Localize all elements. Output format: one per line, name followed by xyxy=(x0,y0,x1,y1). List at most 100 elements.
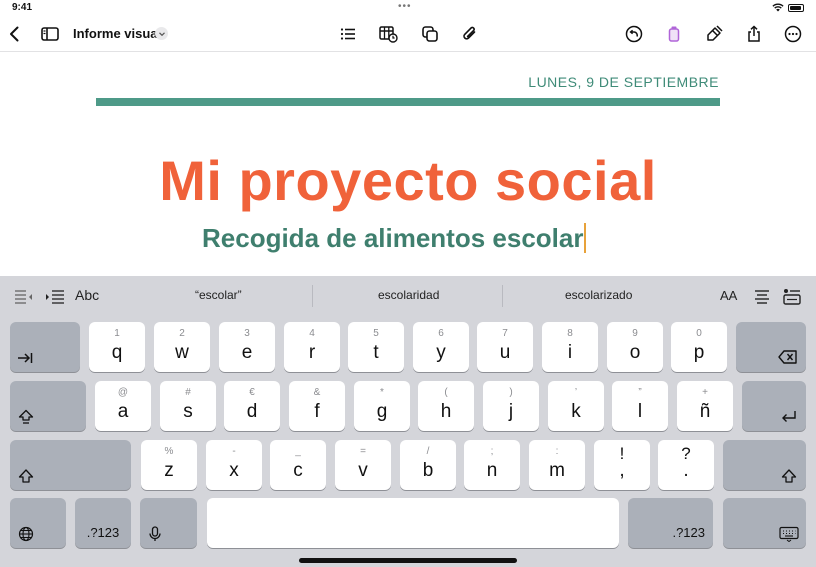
key-primary: n xyxy=(486,460,498,481)
key-s[interactable]: # s xyxy=(160,381,216,431)
battery-icon xyxy=(788,4,804,12)
keyboard-hide-icon xyxy=(779,526,799,542)
outdent-icon[interactable] xyxy=(13,287,33,305)
pen-icon xyxy=(707,25,723,41)
key-k[interactable]: ’ k xyxy=(548,381,604,431)
document-title[interactable]: Informe visual xyxy=(73,26,161,41)
key-u[interactable]: 7u xyxy=(477,322,533,372)
key-r[interactable]: 4r xyxy=(284,322,340,372)
more-icon xyxy=(784,25,802,43)
home-indicator[interactable] xyxy=(299,558,517,563)
document-subheading[interactable]: Recogida de alimentos escolar xyxy=(202,223,583,253)
globe-key[interactable] xyxy=(10,498,66,548)
key-secondary: + xyxy=(702,387,708,398)
suggestion-2[interactable]: escolaridad xyxy=(378,288,439,302)
font-size-button[interactable]: AA xyxy=(720,288,737,303)
key-primary: i xyxy=(567,342,573,363)
key-f[interactable]: & f xyxy=(289,381,345,431)
key-primary: e xyxy=(241,342,253,363)
insert-list-icon[interactable] xyxy=(782,287,802,305)
numbers-key-label: .?123 xyxy=(672,525,705,540)
key-z[interactable]: % z xyxy=(141,440,197,490)
key-t[interactable]: 5t xyxy=(348,322,404,372)
table-icon xyxy=(379,26,398,43)
return-key[interactable] xyxy=(742,381,806,431)
key-secondary: ( xyxy=(444,387,448,398)
multitasking-dots[interactable]: ••• xyxy=(398,1,412,12)
key-h[interactable]: (h xyxy=(418,381,474,431)
key-e[interactable]: 3e xyxy=(219,322,275,372)
key-secondary: & xyxy=(313,387,321,398)
key-c[interactable]: _ c xyxy=(270,440,326,490)
indent-icon[interactable] xyxy=(45,287,65,305)
document-subheading-line[interactable]: Recogida de alimentos escolar xyxy=(202,223,587,254)
key-secondary: / xyxy=(426,446,430,457)
key-period[interactable]: ?. xyxy=(658,440,714,490)
key-i[interactable]: 8i xyxy=(542,322,598,372)
key-secondary: 3 xyxy=(244,328,250,339)
key-comma[interactable]: !, xyxy=(594,440,650,490)
key-v[interactable]: = v xyxy=(335,440,391,490)
attach-button[interactable] xyxy=(458,22,482,46)
numbers-key-right[interactable]: .?123 xyxy=(628,498,713,548)
document-date[interactable]: LUNES, 9 DE SEPTIEMBRE xyxy=(528,74,719,90)
back-button[interactable] xyxy=(3,22,27,46)
suggestion-3[interactable]: escolarizado xyxy=(565,288,632,302)
key-primary: y xyxy=(436,342,446,363)
key-primary: g xyxy=(376,401,388,422)
key-a[interactable]: @ a xyxy=(95,381,151,431)
key-primary: j xyxy=(508,401,514,422)
space-bar[interactable] xyxy=(207,498,619,548)
status-time: 9:41 xyxy=(12,2,33,13)
suggestion-1[interactable]: “escolar” xyxy=(195,288,242,302)
key-g[interactable]: * g xyxy=(354,381,410,431)
dismiss-keyboard-key[interactable] xyxy=(723,498,806,548)
key-m[interactable]: :m xyxy=(529,440,585,490)
shapes-button[interactable] xyxy=(418,22,442,46)
delete-key[interactable] xyxy=(736,322,806,372)
delete-icon xyxy=(778,350,797,364)
key-p[interactable]: 0p xyxy=(671,322,727,372)
dictation-key[interactable] xyxy=(140,498,197,548)
undo-button[interactable] xyxy=(622,22,646,46)
key-n-tilde[interactable]: + ñ xyxy=(677,381,733,431)
text-style-button[interactable]: Abc xyxy=(75,287,99,303)
key-secondary: _ xyxy=(295,446,301,457)
key-j[interactable]: ) j xyxy=(483,381,539,431)
align-center-icon[interactable] xyxy=(752,287,772,305)
key-w[interactable]: 2w xyxy=(154,322,210,372)
key-primary: r xyxy=(308,342,316,363)
title-menu-button[interactable] xyxy=(155,27,168,40)
caps-lock-key[interactable] xyxy=(10,381,86,431)
key-n[interactable]: ; n xyxy=(464,440,520,490)
bullets-button[interactable] xyxy=(336,22,360,46)
shift-key-left[interactable] xyxy=(10,440,131,490)
tab-key[interactable] xyxy=(10,322,80,372)
key-d[interactable]: € d xyxy=(224,381,280,431)
key-q[interactable]: 1q xyxy=(89,322,145,372)
key-l[interactable]: ” l xyxy=(612,381,668,431)
numbers-key-left[interactable]: .?123 xyxy=(75,498,131,548)
toolbar: Informe visual xyxy=(0,16,816,52)
shapes-icon xyxy=(422,26,438,42)
key-primary: f xyxy=(314,401,320,422)
key-y[interactable]: 6y xyxy=(413,322,469,372)
key-b[interactable]: / b xyxy=(400,440,456,490)
table-button[interactable] xyxy=(376,22,400,46)
key-primary: w xyxy=(175,342,189,363)
key-primary: u xyxy=(499,342,511,363)
shift-key-right[interactable] xyxy=(723,440,806,490)
key-x[interactable]: -x xyxy=(206,440,262,490)
format-button[interactable] xyxy=(662,22,686,46)
sidebar-button[interactable] xyxy=(38,22,62,46)
document-heading[interactable]: Mi proyecto social xyxy=(0,148,816,213)
format-icon xyxy=(668,26,680,42)
markup-button[interactable] xyxy=(702,22,726,46)
key-o[interactable]: 9o xyxy=(607,322,663,372)
key-secondary: € xyxy=(249,387,255,398)
key-primary: p xyxy=(693,342,705,363)
numbers-key-label: .?123 xyxy=(86,525,120,540)
more-button[interactable] xyxy=(781,22,805,46)
share-button[interactable] xyxy=(742,22,766,46)
key-primary: b xyxy=(422,460,434,481)
